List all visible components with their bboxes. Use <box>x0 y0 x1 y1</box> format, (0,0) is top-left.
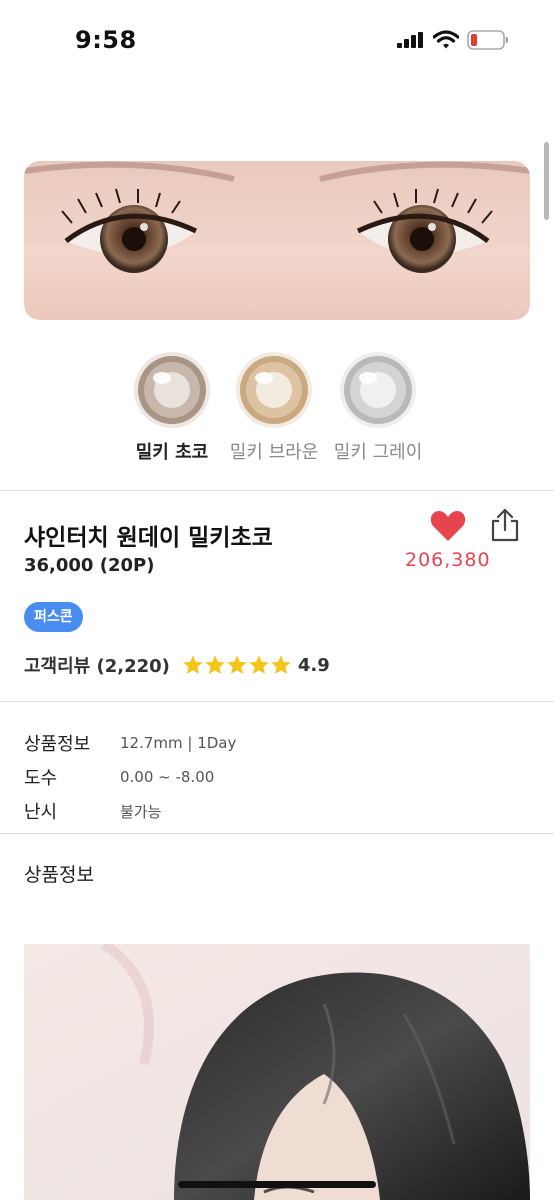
lens-brown-icon <box>236 352 312 428</box>
swatch-label-gray: 밀키 그레이 <box>333 442 423 463</box>
star-icon <box>227 655 247 674</box>
divider <box>0 490 554 491</box>
rating-value: 4.9 <box>297 654 330 676</box>
wifi-icon <box>433 30 459 49</box>
like-count: 206,380 <box>405 549 491 571</box>
lens-gray-icon <box>340 352 416 428</box>
spec-row: 도수 0.00 ~ -8.00 <box>24 760 236 794</box>
divider <box>0 833 554 834</box>
spec-label: 상품정보 <box>24 734 91 755</box>
product-price: 36,000 (20P) <box>24 555 155 576</box>
heart-icon[interactable] <box>430 510 466 542</box>
review-summary[interactable]: 고객리뷰 (2,220) 4.9 <box>24 651 330 679</box>
spec-row: 상품정보 12.7mm | 1Day <box>24 726 236 760</box>
spec-label: 도수 <box>24 768 58 789</box>
swatch-milky-choco[interactable]: 밀키 초코 <box>122 350 222 464</box>
scrollbar[interactable] <box>544 142 549 220</box>
star-icon <box>205 655 225 674</box>
lens-choco-icon <box>134 352 210 428</box>
promo-image <box>24 944 530 1200</box>
star-rating <box>182 654 292 676</box>
star-icon <box>249 655 269 674</box>
battery-icon <box>467 30 508 50</box>
spec-label: 난시 <box>24 802 58 823</box>
spec-value: 12.7mm | 1Day <box>120 734 237 752</box>
review-count-label: 고객리뷰 (2,220) <box>24 656 170 677</box>
status-time: 9:58 <box>75 26 137 54</box>
home-indicator[interactable] <box>178 1181 376 1188</box>
share-icon[interactable] <box>488 508 522 542</box>
divider <box>0 701 554 702</box>
spec-table: 상품정보 12.7mm | 1Day 도수 0.00 ~ -8.00 난시 불가… <box>24 726 236 828</box>
section-title: 상품정보 <box>24 864 94 886</box>
product-title: 샤인터치 원데이 밀키초코 <box>24 525 273 551</box>
status-bar: 9:58 <box>0 0 554 80</box>
star-icon <box>271 655 291 674</box>
status-badge: 퍼스콘 <box>24 602 83 632</box>
signal-icon <box>397 32 423 48</box>
color-options: 밀키 초코 밀키 브라운 밀키 그레이 <box>0 350 554 470</box>
swatch-label-choco: 밀키 초코 <box>135 442 209 463</box>
product-hero-image <box>24 161 530 320</box>
spec-value: 0.00 ~ -8.00 <box>120 768 215 786</box>
spec-row: 난시 불가능 <box>24 794 236 828</box>
swatch-milky-gray[interactable]: 밀키 그레이 <box>328 350 428 464</box>
swatch-label-brown: 밀키 브라운 <box>229 442 319 463</box>
spec-value: 불가능 <box>120 802 162 821</box>
swatch-milky-brown[interactable]: 밀키 브라운 <box>224 350 324 464</box>
star-icon <box>183 655 203 674</box>
